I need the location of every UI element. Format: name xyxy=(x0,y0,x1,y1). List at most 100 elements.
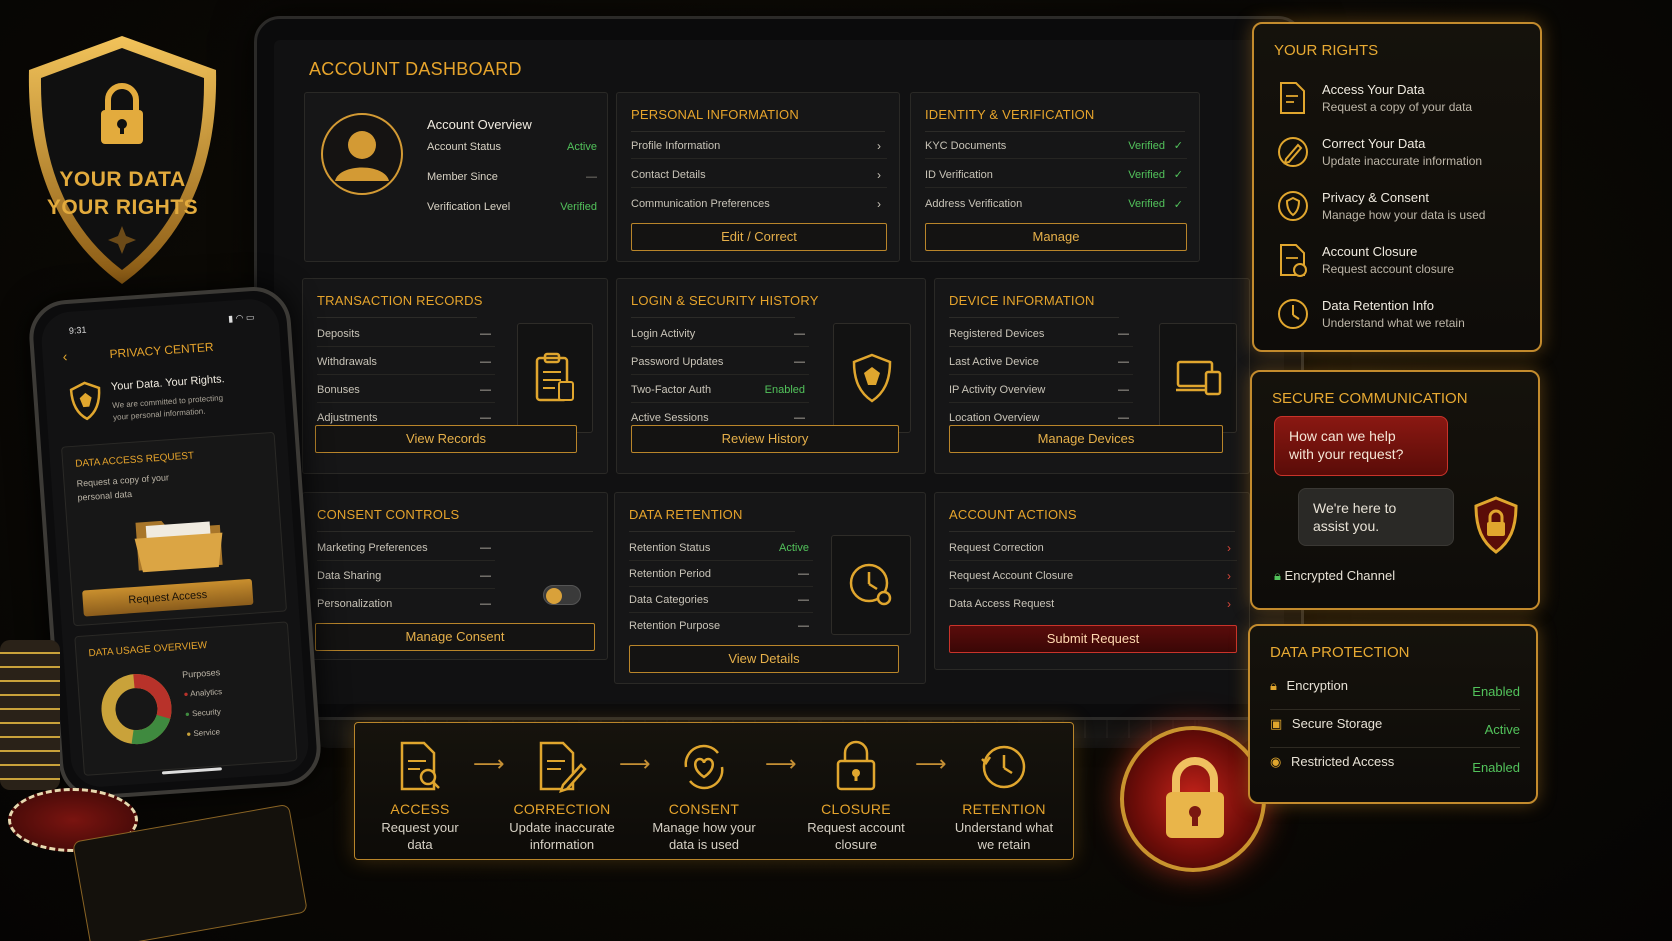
flow-step-correction[interactable]: CORRECTION Update inaccurate information xyxy=(497,723,627,853)
consent-toggle[interactable] xyxy=(543,585,581,605)
chip-stack-decoration xyxy=(0,640,60,790)
chevron-right-icon: › xyxy=(1227,568,1231,583)
encrypted-channel: 🔒︎ Encrypted Channel xyxy=(1274,568,1395,584)
flow-step-access[interactable]: ACCESS Request your data xyxy=(355,723,485,853)
panel-title: SECURE COMMUNICATION xyxy=(1272,390,1468,407)
row-value: — xyxy=(794,412,805,424)
row-contact-details[interactable]: Contact Details › xyxy=(631,162,887,188)
flow-description: Request your data xyxy=(355,819,485,853)
divider xyxy=(631,317,795,318)
row-value: — xyxy=(1118,355,1129,368)
row-retention-period: Retention Period — xyxy=(629,561,813,587)
divider xyxy=(317,317,477,318)
protection-row-restricted-access: ◉ Restricted Access Enabled xyxy=(1270,754,1520,786)
manage-consent-button[interactable]: Manage Consent xyxy=(315,623,595,651)
chat-text: How can we help xyxy=(1289,428,1396,444)
row-ip-activity-overview: IP Activity Overview — xyxy=(949,377,1133,403)
request-account-closure-link[interactable]: Request Account Closure › xyxy=(949,563,1237,589)
request-access-button[interactable]: Request Access xyxy=(82,578,254,617)
row-marketing-preferences: Marketing Preferences — xyxy=(317,535,495,561)
row-label: Communication Preferences xyxy=(631,198,770,210)
retention-icon-box xyxy=(831,535,911,635)
data-access-request-link[interactable]: Data Access Request › xyxy=(949,591,1237,617)
row-retention-status: Retention Status Active xyxy=(629,535,813,561)
account-overview-card: Account Overview Account Status Active M… xyxy=(304,92,608,262)
row-value: — xyxy=(794,355,805,368)
view-records-button[interactable]: View Records xyxy=(315,425,577,453)
phone-status-icons: ▮ ◠ ▭ xyxy=(227,311,255,324)
row-value: — xyxy=(480,412,491,424)
row-label: Adjustments xyxy=(317,412,378,424)
right-subtitle: Update inaccurate information xyxy=(1322,154,1483,168)
data-usage-overview-card: DATA USAGE OVERVIEW Purposes ● Analytics… xyxy=(74,621,298,776)
personal-information-card: PERSONAL INFORMATION Profile Information… xyxy=(616,92,900,262)
row-label: Verification Level xyxy=(427,201,511,213)
row-value: — xyxy=(480,383,491,396)
row-label: Personalization xyxy=(317,598,393,610)
row-label: IP Activity Overview xyxy=(949,383,1046,396)
devices-icon xyxy=(1176,360,1222,396)
flow-desc-line: Manage how your xyxy=(652,820,756,835)
shield-icon xyxy=(28,36,217,284)
lock-icon: 🔒︎ xyxy=(1274,568,1281,583)
check-circle-icon: ✓ xyxy=(1173,198,1183,211)
chevron-right-icon: › xyxy=(877,197,881,211)
legend-label: Analytics xyxy=(189,687,223,699)
flow-desc-line: data is used xyxy=(668,837,740,852)
overview-row-verification: Verification Level Verified xyxy=(427,201,597,213)
row-label: KYC Documents xyxy=(925,139,1007,152)
protection-row-encryption: 🔒︎ Encryption Enabled xyxy=(1270,678,1520,710)
submit-request-button[interactable]: Submit Request xyxy=(949,625,1237,653)
row-label: Contact Details xyxy=(631,168,706,181)
flow-step-consent[interactable]: CONSENT Manage how your data is used xyxy=(639,723,769,853)
status-badge: Verified xyxy=(1128,168,1165,181)
row-label: Data Sharing xyxy=(317,569,382,582)
flow-description: Update inaccurate information xyxy=(497,819,627,853)
manage-verification-button[interactable]: Manage xyxy=(925,223,1187,251)
status-badge: Enabled xyxy=(1472,684,1520,699)
manage-devices-button[interactable]: Manage Devices xyxy=(949,425,1223,453)
request-correction-link[interactable]: Request Correction › xyxy=(949,535,1237,561)
row-profile-information[interactable]: Profile Information › xyxy=(631,133,887,159)
row-data-sharing: Data Sharing — xyxy=(317,563,495,589)
row-label: Marketing Preferences xyxy=(317,541,428,554)
row-value: — xyxy=(798,567,809,580)
toggle-knob xyxy=(546,588,562,604)
row-value: — xyxy=(1118,412,1129,424)
phone-screen: 9:31 ▮ ◠ ▭ ‹ PRIVACY CENTER Your Data. Y… xyxy=(39,297,311,789)
right-title: Account Closure xyxy=(1322,244,1418,259)
flow-step-closure[interactable]: CLOSURE Request account closure xyxy=(791,723,921,853)
divider xyxy=(629,531,795,532)
row-label: ID Verification xyxy=(925,168,993,181)
status-badge: Verified xyxy=(560,201,597,213)
flow-step-retention[interactable]: RETENTION Understand what we retain xyxy=(939,723,1069,853)
row-label: Secure Storage xyxy=(1291,716,1383,731)
card-title: DATA USAGE OVERVIEW xyxy=(88,640,208,660)
shield-lock-icon xyxy=(1474,496,1518,554)
overview-heading: Account Overview xyxy=(427,117,532,132)
right-subtitle: Request a copy of your data xyxy=(1322,100,1473,114)
divider xyxy=(317,531,593,532)
panel-title: YOUR RIGHTS xyxy=(1274,42,1379,59)
status-badge: Active xyxy=(779,541,809,554)
security-shield-icon xyxy=(852,353,892,403)
safe-icon: ▣ xyxy=(1270,716,1283,731)
row-label: Restricted Access xyxy=(1290,754,1395,769)
row-value: — xyxy=(480,598,491,610)
row-value: — xyxy=(794,327,805,340)
your-rights-panel: YOUR RIGHTS Access Your Data Request a c… xyxy=(1252,22,1542,352)
dashboard-title: ACCOUNT DASHBOARD xyxy=(309,59,522,79)
device-information-card: DEVICE INFORMATION Registered Devices — L… xyxy=(934,278,1250,474)
row-address-verification: Address Verification Verified ✓ xyxy=(925,191,1187,217)
row-communication-preferences[interactable]: Communication Preferences › xyxy=(631,191,887,217)
row-label: Bonuses xyxy=(317,383,360,396)
card-text: personal data xyxy=(77,488,133,503)
view-details-button[interactable]: View Details xyxy=(629,645,899,673)
flow-label: CLOSURE xyxy=(821,801,891,817)
card-title: IDENTITY & VERIFICATION xyxy=(925,107,1095,122)
review-history-button[interactable]: Review History xyxy=(631,425,899,453)
legend-item-service: ● Service xyxy=(186,727,220,738)
row-deposits: Deposits — xyxy=(317,321,495,347)
edit-correct-button[interactable]: Edit / Correct xyxy=(631,223,887,251)
row-label: Withdrawals xyxy=(317,355,377,368)
